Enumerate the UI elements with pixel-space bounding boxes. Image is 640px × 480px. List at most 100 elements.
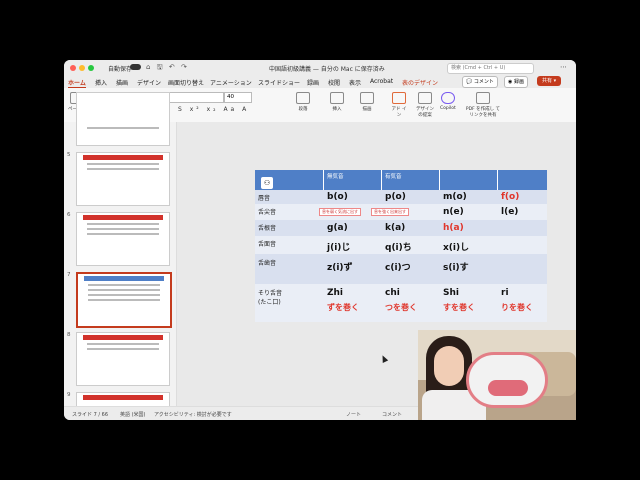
autosave-toggle[interactable] bbox=[130, 64, 141, 70]
close-icon[interactable] bbox=[70, 65, 76, 71]
tab-acrobat[interactable]: Acrobat bbox=[370, 78, 393, 85]
thumbnail-line bbox=[87, 348, 159, 350]
table-cell: Shi bbox=[443, 288, 459, 298]
tab-animations[interactable]: アニメーション bbox=[210, 78, 252, 87]
table-cell-note: すを巻く bbox=[443, 303, 475, 312]
language-status[interactable]: 英語 (米国) bbox=[120, 411, 146, 418]
pdf-label: PDF を作成し てリンクを共有 bbox=[465, 107, 501, 118]
thumbnail-bar bbox=[83, 395, 163, 400]
table-cell: g(a) bbox=[327, 223, 348, 233]
insert-button[interactable]: 挿入 bbox=[330, 92, 344, 112]
annotation-note: 息を強く出来出す bbox=[371, 208, 409, 216]
minimize-icon[interactable] bbox=[79, 65, 85, 71]
accessibility-status[interactable]: アクセシビリティ: 検討が必要です bbox=[154, 411, 232, 418]
comments-button[interactable]: コメント bbox=[382, 411, 402, 418]
document-title: 中国語初級講義 — 自分の Mac に保存済み bbox=[269, 66, 385, 73]
current-slide[interactable]: ⚇ 無気音 有気音 唇音 b(o) p(o) m(o) f(o) 舌尖音 息を弱… bbox=[255, 170, 547, 322]
thumbnail-line bbox=[87, 233, 159, 235]
designer-label: デザイン の提案 bbox=[416, 107, 434, 118]
row-label: 舌尖音 bbox=[258, 209, 277, 216]
row-label: 舌根音 bbox=[258, 225, 277, 232]
zoom-icon[interactable] bbox=[88, 65, 94, 71]
table-cell: q(i)ち bbox=[385, 243, 412, 253]
tab-slideshow[interactable]: スライドショー bbox=[258, 78, 300, 87]
slide-thumbnail[interactable] bbox=[76, 212, 170, 266]
share-button[interactable]: 共有 ▾ bbox=[537, 76, 562, 86]
tab-record[interactable]: 録画 bbox=[307, 78, 319, 87]
table-cell: c(i)つ bbox=[385, 263, 411, 273]
dental-model-tongue bbox=[488, 380, 528, 396]
copilot-button[interactable]: Copilot bbox=[440, 92, 456, 111]
thumbnail-bar bbox=[83, 155, 163, 160]
addins-button[interactable]: アド イン bbox=[390, 92, 408, 118]
table-cell-note: ずを巻く bbox=[327, 303, 359, 312]
slide-number: 9 bbox=[67, 392, 71, 398]
tab-draw[interactable]: 描画 bbox=[116, 78, 128, 87]
window-controls[interactable] bbox=[70, 65, 97, 73]
table-row: 唇音 b(o) p(o) m(o) f(o) bbox=[255, 190, 547, 204]
tab-transitions[interactable]: 画面切り替え bbox=[168, 78, 204, 87]
insert-label: 挿入 bbox=[332, 107, 342, 112]
header-unaspirated: 無気音 bbox=[327, 174, 344, 180]
slide-number: 8 bbox=[67, 332, 71, 338]
header-aspirated: 有気音 bbox=[385, 174, 402, 180]
thumbnail-line bbox=[88, 294, 160, 296]
slide-thumbnail[interactable] bbox=[76, 92, 170, 146]
draw-button[interactable]: 描画 bbox=[360, 92, 374, 112]
font-size-select[interactable]: 40 bbox=[224, 92, 252, 103]
pdf-icon bbox=[476, 92, 490, 104]
paragraph-button[interactable]: 段落 bbox=[296, 92, 310, 112]
slide-number: 6 bbox=[67, 212, 71, 218]
table-cell-note: りを巻く bbox=[501, 303, 533, 312]
column-divider bbox=[497, 170, 498, 190]
paragraph-label: 段落 bbox=[298, 107, 308, 112]
designer-button[interactable]: デザイン の提案 bbox=[414, 92, 436, 118]
smart-lookup-icon[interactable]: ⚇ bbox=[261, 177, 273, 189]
slide-thumbnail[interactable] bbox=[76, 152, 170, 206]
tab-table-design[interactable]: 表のデザイン bbox=[402, 78, 438, 87]
insert-icon bbox=[330, 92, 344, 104]
thumbnail-line bbox=[87, 163, 159, 165]
slide-number: 5 bbox=[67, 152, 71, 158]
table-row: 舌根音 g(a) k(a) h(a) bbox=[255, 220, 547, 236]
tab-insert[interactable]: 挿入 bbox=[95, 78, 107, 87]
table-cell: f(o) bbox=[501, 192, 520, 202]
addins-icon bbox=[392, 92, 406, 104]
slide-counter: スライド 7 / 66 bbox=[72, 412, 108, 418]
thumbnail-line bbox=[88, 299, 160, 301]
table-cell: s(i)す bbox=[443, 263, 469, 273]
table-cell: l(e) bbox=[501, 207, 519, 217]
thumbnail-bar bbox=[83, 215, 163, 220]
tab-review[interactable]: 校閲 bbox=[328, 78, 340, 87]
table-cell: ri bbox=[501, 288, 509, 298]
thumbnail-bar bbox=[84, 276, 164, 281]
slide-thumbnail[interactable] bbox=[76, 332, 170, 386]
comment-button[interactable]: 💬 コメント bbox=[462, 76, 498, 88]
table-cell: b(o) bbox=[327, 192, 348, 202]
create-pdf-button[interactable]: PDF を作成し てリンクを共有 bbox=[464, 92, 502, 118]
column-divider bbox=[381, 170, 382, 190]
slide-thumbnail-selected[interactable] bbox=[76, 272, 172, 328]
search-input[interactable]: 検索 (Cmd + Ctrl + U) bbox=[447, 63, 534, 74]
tab-view[interactable]: 表示 bbox=[349, 78, 361, 87]
comment-label: コメント bbox=[473, 79, 494, 85]
table-cell: h(a) bbox=[443, 223, 464, 233]
annotation-note: 息を弱く気流に出す bbox=[319, 208, 361, 216]
draw-label: 描画 bbox=[362, 107, 372, 112]
table-cell: chi bbox=[385, 288, 400, 298]
tab-home[interactable]: ホーム bbox=[68, 78, 86, 88]
thumbnail-line bbox=[88, 289, 160, 291]
table-cell: j(i)じ bbox=[327, 243, 351, 253]
copilot-label: Copilot bbox=[440, 106, 456, 111]
row-label: そり舌音 (たこ口) bbox=[258, 290, 283, 306]
notes-button[interactable]: ノート bbox=[346, 411, 361, 418]
tab-design[interactable]: デザイン bbox=[137, 78, 161, 87]
record-button[interactable]: ◉ 録画 bbox=[504, 76, 528, 88]
thumbnail-bar bbox=[83, 335, 163, 340]
table-cell: n(e) bbox=[443, 207, 464, 217]
quick-access-icons[interactable]: ⌂ 🖫 ↶ ↷ bbox=[146, 63, 189, 74]
slide-thumbnails-panel[interactable]: 5 6 7 8 9 bbox=[64, 92, 177, 420]
thumbnail-line bbox=[87, 343, 159, 345]
more-icon[interactable]: ⋯ bbox=[560, 63, 567, 71]
table-cell: k(a) bbox=[385, 223, 406, 233]
